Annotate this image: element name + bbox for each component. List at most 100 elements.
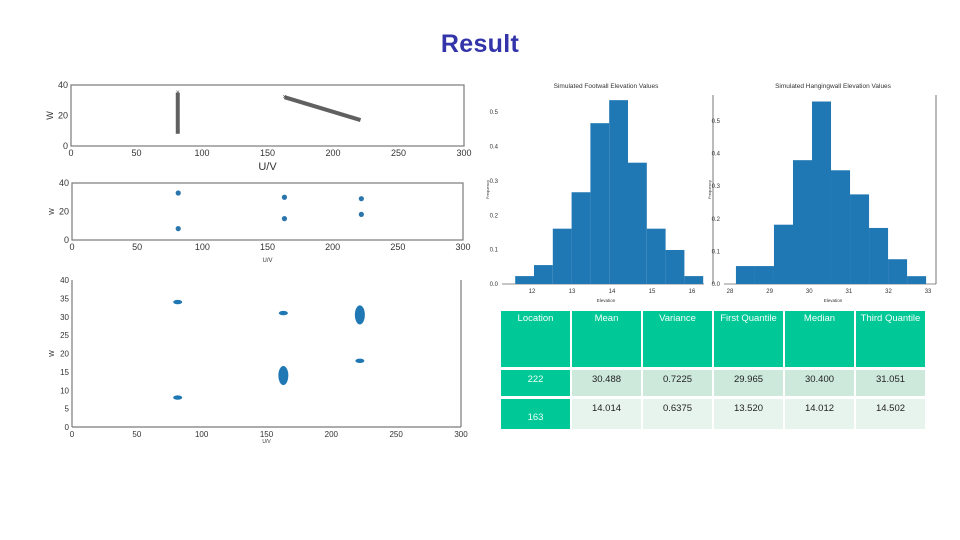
histogram-bar (850, 194, 870, 284)
median-cell: 30.400 (785, 370, 854, 396)
x-tick-label: 50 (132, 430, 141, 439)
x-tick-label: 14 (609, 289, 616, 295)
y-axis-label: W (45, 111, 55, 120)
location-cell: 222 (501, 370, 570, 396)
y-axis-label: W (49, 350, 56, 357)
variance-cell: 0.6375 (643, 399, 712, 429)
histogram-bar (869, 227, 889, 284)
x-tick-label: 12 (529, 289, 536, 295)
y-axis-label: W (49, 208, 56, 215)
y-tick-label: 0.2 (490, 213, 499, 219)
histogram-bar (515, 276, 534, 284)
y-tick-label: 0.5 (712, 119, 721, 125)
x-tick-label: 250 (391, 148, 406, 158)
histogram-bar (590, 123, 610, 284)
x-tick-label: 150 (260, 242, 275, 252)
histogram-bar (571, 192, 591, 284)
y-tick-label: 25 (60, 331, 69, 340)
x-tick-label: 150 (260, 430, 274, 439)
histogram-bar (609, 100, 628, 285)
y-tick-label: 20 (58, 111, 68, 121)
third-quantile-cell: 31.051 (856, 370, 925, 396)
x-tick-label: 300 (455, 242, 470, 252)
mean-cell: 14.014 (572, 399, 641, 429)
histogram-bar (888, 259, 908, 284)
scatter-point (175, 190, 181, 196)
x-axis-label: Elevation (597, 298, 616, 303)
x-tick-label: 300 (456, 148, 471, 158)
first-quantile-cell: 13.520 (714, 399, 783, 429)
x-axis-label: U/V (262, 258, 272, 264)
x-tick-label: 28 (727, 289, 734, 295)
y-axis-label: Frequency (707, 180, 712, 199)
point-cluster (278, 365, 289, 386)
header-mean: Mean (572, 311, 641, 367)
trace-segment-2 (283, 95, 362, 122)
y-tick-label: 0.0 (490, 282, 499, 288)
points-plot-frame (71, 182, 464, 241)
histogram-bar (684, 276, 704, 284)
y-tick-label: 40 (58, 80, 68, 90)
scatter-point (358, 196, 364, 202)
start-marker: × (176, 90, 180, 97)
y-tick-label: 40 (59, 178, 69, 188)
x-tick-label: 30 (806, 289, 813, 295)
x-tick-label: 33 (925, 289, 932, 295)
x-tick-label: 200 (325, 430, 339, 439)
charts-canvas: 0 50 100 150 200 250 30002040U/VW××0 50 100 150 20… (45, 80, 937, 445)
header-first-quantile: First Quantile (714, 311, 783, 367)
histogram-bar (646, 228, 666, 284)
y-tick-label: 0.4 (712, 152, 721, 158)
table-header-row: Location Mean Variance First Quantile Me… (501, 311, 925, 367)
y-tick-label: 0 (65, 423, 70, 432)
x-tick-label: 100 (195, 430, 209, 439)
first-quantile-cell: 29.965 (714, 370, 783, 396)
x-tick-label: 200 (325, 242, 340, 252)
y-tick-label: 35 (60, 294, 69, 303)
histogram-title: Simulated Footwall Elevation Values (554, 83, 659, 90)
histogram-bar (534, 265, 553, 284)
point-cluster (173, 299, 183, 305)
table-row: 222 30.488 0.7225 29.965 30.400 31.051 (501, 370, 925, 396)
scatter-point (281, 216, 288, 222)
header-variance: Variance (643, 311, 712, 367)
y-tick-label: 5 (65, 405, 70, 414)
scatter-point (358, 211, 364, 217)
x-tick-label: 29 (766, 289, 773, 295)
header-median: Median (785, 311, 854, 367)
x-tick-label: 0 (68, 148, 73, 158)
x-axis-label: Elevation (824, 298, 843, 303)
x-tick-label: 13 (569, 289, 576, 295)
x-tick-label: 15 (649, 289, 656, 295)
x-tick-label: 50 (132, 242, 142, 252)
y-tick-label: 0.3 (490, 179, 499, 185)
header-location: Location (501, 311, 570, 367)
median-cell: 14.012 (785, 399, 854, 429)
y-tick-label: 0.2 (712, 217, 721, 223)
scatter-point (175, 226, 181, 232)
histogram-bar (907, 276, 927, 284)
y-tick-label: 20 (60, 350, 69, 359)
header-third-quantile: Third Quantile (856, 311, 925, 367)
point-cluster (278, 310, 288, 316)
y-axis-label: Frequency (485, 180, 490, 199)
x-tick-label: 300 (454, 430, 468, 439)
trace-plot-frame (70, 84, 465, 147)
point-cluster (173, 395, 183, 400)
x-tick-label: 250 (390, 242, 405, 252)
x-axis-label: U/V (258, 161, 277, 173)
histogram-bar (831, 170, 851, 284)
x-tick-label: 16 (689, 289, 696, 295)
histogram-bar (773, 224, 793, 284)
x-tick-label: 200 (325, 148, 340, 158)
variance-cell: 0.7225 (643, 370, 712, 396)
y-tick-label: 10 (60, 386, 69, 395)
y-tick-label: 0 (64, 235, 69, 245)
statistics-table: Location Mean Variance First Quantile Me… (499, 308, 927, 432)
x-tick-label: 150 (260, 148, 275, 158)
x-axis-label: U/V (262, 439, 271, 445)
histogram-bar (735, 266, 755, 284)
histogram-bar (812, 101, 832, 284)
histogram-bar (754, 266, 774, 284)
y-tick-label: 40 (60, 276, 69, 285)
